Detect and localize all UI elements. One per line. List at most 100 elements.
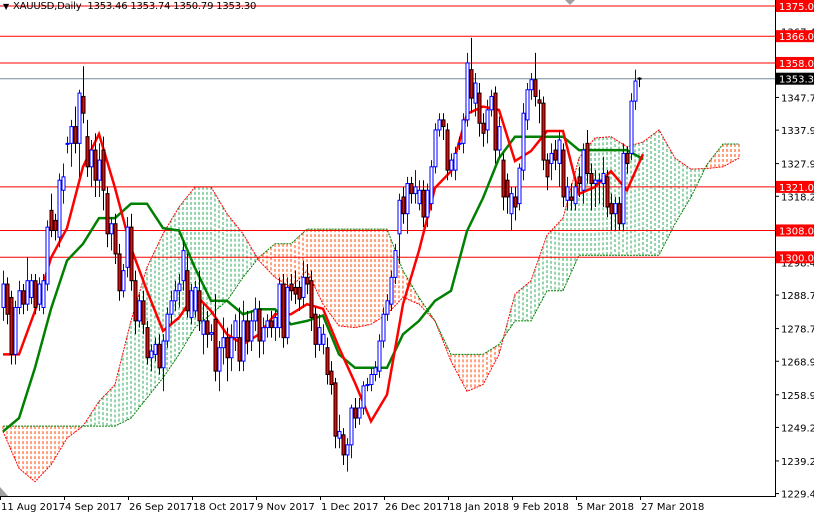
candle-bearish: [185, 253, 190, 318]
candle-body: [53, 219, 58, 231]
candle-body: [253, 308, 258, 322]
x-tick-label: 26 Dec 2017: [385, 502, 449, 513]
candle-bearish: [505, 173, 510, 214]
candle-body: [517, 167, 522, 205]
candle-bearish: [513, 186, 518, 221]
candle-bullish: [369, 367, 374, 392]
candle-body: [81, 95, 86, 114]
candle-body: [357, 407, 362, 419]
candle-body: [493, 92, 498, 151]
candle-body: [49, 209, 54, 231]
candle-body: [109, 223, 114, 235]
candle-body: [293, 286, 298, 295]
candle-bullish: [177, 274, 182, 308]
candle-bullish: [621, 143, 626, 231]
level-label: 1308.00: [779, 226, 814, 237]
candle-body: [449, 159, 454, 171]
x-tick-label: 9 Feb 2018: [513, 502, 569, 513]
candle-body: [165, 313, 170, 342]
candle-body: [125, 226, 130, 268]
candle-body: [161, 340, 166, 369]
candle-body: [601, 173, 606, 185]
candle-body: [589, 173, 594, 185]
candle-body: [229, 337, 234, 359]
candle-bullish: [629, 93, 634, 161]
candle-bullish: [601, 156, 606, 207]
candle-body: [481, 122, 486, 134]
candle-body: [365, 384, 370, 387]
triangle-down-icon[interactable]: ▼: [3, 2, 9, 11]
candle-body: [185, 270, 190, 312]
candle-body: [569, 196, 574, 201]
candle-body: [593, 179, 598, 185]
level-label: 1358.00: [779, 59, 814, 70]
candle-body: [245, 320, 250, 342]
candle-body: [145, 327, 150, 359]
x-tick-label: 27 Mar 2018: [641, 502, 704, 513]
candle-bearish: [329, 361, 334, 395]
y-tick-label: 1288.70: [781, 291, 814, 302]
candle-body: [353, 407, 358, 419]
candle-body: [441, 119, 446, 128]
candle-bullish: [29, 274, 34, 305]
candle-body: [37, 283, 42, 305]
candle-body: [237, 337, 242, 362]
candle-body: [401, 196, 406, 215]
candle-body: [609, 203, 614, 215]
candle-bullish: [209, 324, 214, 341]
candle-body: [41, 280, 46, 309]
candle-body: [629, 100, 634, 154]
x-tick-label: 5 Mar 2018: [577, 502, 634, 513]
candle-bearish: [81, 66, 86, 124]
candle-body: [137, 300, 142, 322]
candle-bullish: [365, 377, 370, 392]
candle-body: [213, 318, 218, 372]
candle-bullish: [221, 317, 226, 365]
candle-body: [485, 109, 490, 131]
candle-bullish: [413, 170, 418, 204]
candle-bearish: [133, 270, 138, 335]
symbol-timeframe: XAUUSD,Daily: [12, 1, 82, 12]
candle-body: [205, 320, 210, 335]
scroll-marker-icon: [0, 487, 8, 496]
candle-bullish: [377, 334, 382, 378]
candle-body: [433, 129, 438, 168]
candle-bullish: [361, 381, 366, 415]
chart-shift-marker-icon[interactable]: [565, 0, 575, 5]
candle-bearish: [353, 397, 358, 429]
candle-bearish: [617, 196, 622, 231]
candle-body: [497, 126, 502, 151]
candle-body: [465, 62, 470, 121]
candle-bullish: [489, 89, 494, 117]
price-chart[interactable]: 1367.451347.701337.951327.951318.201298.…: [0, 0, 814, 514]
candle-body: [217, 347, 222, 372]
candle-body: [65, 142, 70, 145]
candle-bullish: [229, 324, 234, 372]
candle-bullish: [217, 341, 222, 392]
candle-body: [45, 226, 50, 285]
candle-body: [57, 179, 62, 238]
candle-body: [277, 283, 282, 329]
candle-body: [5, 283, 10, 315]
candle-body: [581, 149, 586, 191]
candle-body: [565, 186, 570, 201]
candle-body: [105, 193, 110, 235]
candle-bearish: [325, 337, 330, 385]
candle-body: [221, 337, 226, 349]
x-tick-label: 9 Nov 2017: [257, 502, 315, 513]
candle-bearish: [609, 193, 614, 231]
candle-bullish: [173, 280, 178, 311]
candle-body: [261, 327, 266, 342]
candle-bearish: [541, 96, 546, 171]
candle-bullish: [633, 69, 638, 110]
candle-bullish: [265, 314, 270, 338]
candle-body: [405, 183, 410, 215]
y-tick-label: 1268.95: [781, 357, 814, 368]
y-tick-label: 1229.45: [781, 490, 814, 501]
candle-body: [309, 280, 314, 319]
candle-bullish: [385, 294, 390, 321]
y-tick-label: 1327.95: [781, 160, 814, 171]
candle-bearish: [569, 183, 574, 211]
candle-body: [377, 340, 382, 372]
level-label: 1366.00: [779, 32, 814, 43]
